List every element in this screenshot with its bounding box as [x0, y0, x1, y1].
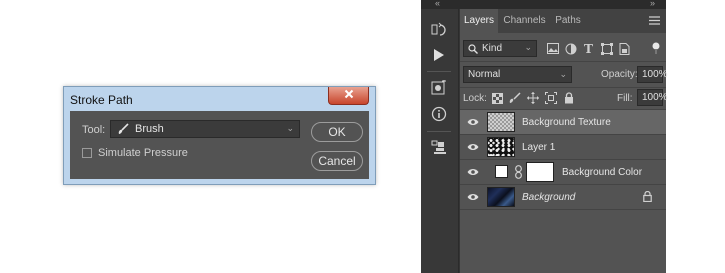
blend-mode-value: Normal	[468, 69, 501, 80]
tab-layers[interactable]: Layers	[460, 9, 498, 33]
panel-menu-icon[interactable]	[649, 16, 660, 28]
clone-source-icon[interactable]	[430, 138, 448, 156]
layer-name: Background	[522, 192, 576, 203]
tool-label: Tool:	[82, 124, 106, 136]
eye-icon[interactable]	[467, 167, 479, 180]
lock-all-icon[interactable]	[563, 92, 575, 104]
eye-icon[interactable]	[467, 142, 479, 155]
divider	[427, 131, 451, 132]
smart-object-filter-icon[interactable]	[618, 42, 631, 55]
collapse-left-icon[interactable]: «	[435, 0, 440, 8]
search-icon	[468, 43, 478, 54]
simulate-pressure-label: Simulate Pressure	[98, 147, 188, 159]
panel-icon-strip	[421, 9, 459, 273]
prevent-autonest-icon[interactable]	[545, 92, 557, 104]
filter-toggle-icon[interactable]	[649, 42, 662, 55]
chevron-down-icon: ⌄	[286, 123, 294, 133]
eye-icon[interactable]	[467, 192, 479, 205]
close-button[interactable]	[328, 87, 369, 105]
adjustments-icon[interactable]	[430, 79, 448, 97]
layer-name: Background Color	[562, 167, 643, 178]
type-layer-filter-icon[interactable]: T	[582, 42, 595, 56]
history-icon[interactable]	[430, 21, 448, 39]
tab-channels[interactable]: Channels	[499, 9, 550, 33]
checkbox-box[interactable]	[82, 148, 92, 158]
divider	[460, 87, 666, 88]
dialog-title: Stroke Path	[70, 93, 133, 107]
layer-thumbnail	[487, 137, 515, 157]
fill-layer-thumbnail	[495, 165, 508, 178]
tab-paths[interactable]: Paths	[551, 9, 585, 33]
layer-row-background-texture[interactable]: Background Texture	[460, 110, 666, 135]
shape-layer-filter-icon[interactable]	[600, 42, 613, 55]
tool-select[interactable]: Brush ⌄	[110, 120, 300, 138]
panel-tabs: Layers Channels Paths	[460, 9, 666, 33]
divider	[460, 61, 666, 62]
layer-name: Layer 1	[522, 142, 556, 153]
stroke-path-dialog: Stroke Path Tool: Brush ⌄ Simulate Press…	[63, 86, 376, 185]
layer-thumbnail	[487, 112, 515, 132]
play-actions-icon[interactable]	[430, 46, 448, 64]
filter-kind-value: Kind	[482, 43, 503, 54]
blend-mode-select[interactable]: Normal ⌄	[463, 66, 572, 83]
eye-icon[interactable]	[467, 117, 479, 130]
lock-label: Lock:	[463, 93, 487, 104]
adjustment-layer-filter-icon[interactable]	[564, 42, 577, 55]
fill-label: Fill:	[617, 93, 633, 104]
close-icon	[344, 89, 354, 102]
chevron-down-icon: ⌄	[559, 69, 567, 79]
ok-button[interactable]: OK	[311, 122, 363, 142]
fill-input[interactable]: 100%	[637, 89, 668, 106]
collapse-right-icon[interactable]: »	[650, 0, 655, 8]
lock-icon[interactable]	[643, 190, 652, 205]
layer-mask-thumbnail[interactable]	[526, 162, 554, 182]
tool-select-value: Brush	[135, 123, 164, 135]
layers-panel: Layers Channels Paths Kind ⌄ T Normal ⌄ …	[460, 9, 668, 273]
divider	[427, 71, 451, 72]
layer-name: Background Texture	[522, 117, 611, 128]
filter-kind-select[interactable]: Kind ⌄	[463, 40, 537, 57]
dialog-body: Tool: Brush ⌄ Simulate Pressure OK Cance…	[70, 111, 369, 179]
info-icon[interactable]	[430, 105, 448, 123]
layer-row-layer-1[interactable]: Layer 1	[460, 135, 666, 160]
layer-thumbnail	[487, 187, 515, 207]
cancel-button[interactable]: Cancel	[311, 151, 363, 171]
simulate-pressure-checkbox[interactable]: Simulate Pressure	[82, 147, 188, 159]
pixel-layer-filter-icon[interactable]	[546, 42, 559, 55]
opacity-input[interactable]: 100%	[637, 66, 668, 83]
opacity-label: Opacity:	[601, 69, 638, 80]
layer-row-background-color[interactable]: Background Color	[460, 160, 666, 185]
photoshop-panel-area: « » Layers Channels Paths Kind ⌄ T Norma…	[421, 0, 668, 273]
chevron-down-icon: ⌄	[524, 42, 532, 52]
link-icon[interactable]	[515, 165, 522, 182]
lock-position-icon[interactable]	[527, 92, 539, 104]
lock-transparent-pixels-icon[interactable]	[491, 92, 503, 104]
brush-icon	[117, 123, 129, 135]
panel-top-strip: « »	[421, 0, 666, 9]
lock-image-pixels-icon[interactable]	[509, 92, 521, 104]
layer-row-background[interactable]: Background	[460, 185, 666, 210]
